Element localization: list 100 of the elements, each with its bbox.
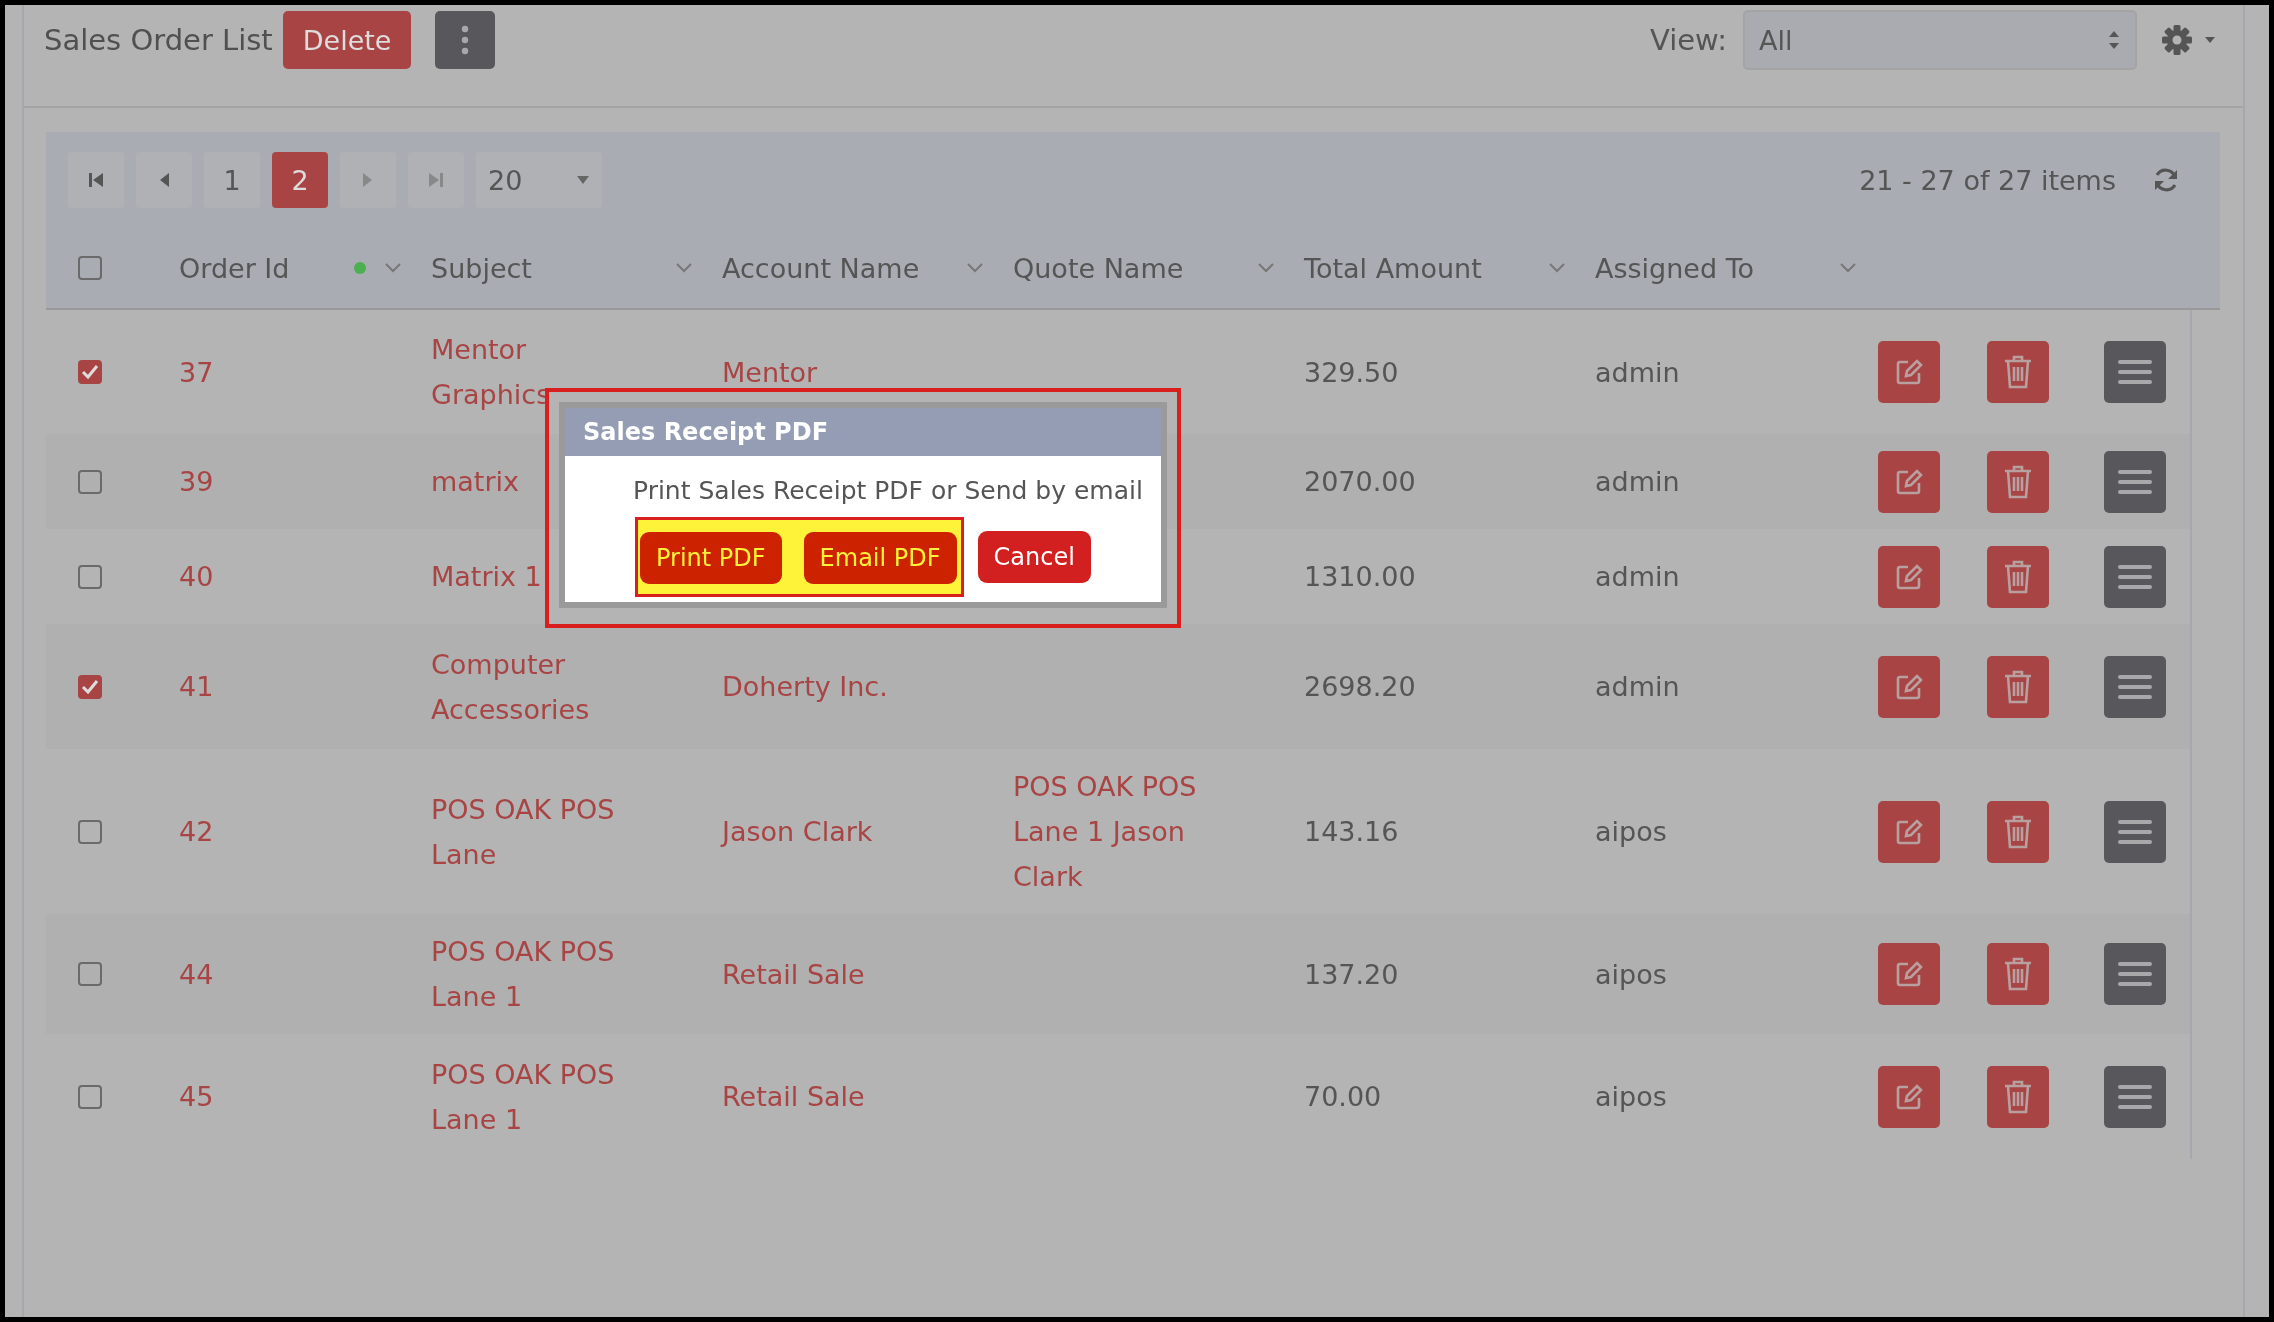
trash-icon (2002, 956, 2034, 992)
subject-link[interactable]: POS OAK POS Lane 1 (431, 1051, 636, 1142)
delete-row-button[interactable] (1987, 450, 2049, 513)
chevron-down-icon[interactable] (967, 263, 983, 273)
subject-link[interactable]: Computer Accessories (431, 641, 636, 732)
edit-button[interactable] (1878, 800, 1940, 863)
row-checkbox[interactable] (77, 674, 102, 699)
row-checkbox[interactable] (77, 819, 102, 844)
trash-icon (2002, 1078, 2034, 1115)
column-header[interactable]: Account Name (722, 252, 967, 284)
menu-button[interactable] (2104, 1065, 2166, 1128)
view-label: View: (1650, 23, 1727, 57)
dialog-title: Sales Receipt PDF (565, 408, 1161, 456)
table-cell: admin (1595, 356, 1680, 388)
next-page-button[interactable] (340, 152, 396, 208)
row-checkbox[interactable] (77, 360, 102, 384)
order-id-link[interactable]: 42 (179, 816, 214, 847)
menu-icon (2118, 563, 2152, 590)
more-button[interactable] (435, 11, 496, 69)
column-header[interactable]: Subject (431, 252, 676, 284)
next-page-icon (362, 171, 374, 189)
column-header[interactable]: Quote Name (1013, 252, 1258, 284)
order-id-link[interactable]: 39 (179, 466, 214, 497)
edit-button[interactable] (1878, 1065, 1940, 1128)
order-id-link[interactable]: 37 (179, 356, 214, 388)
delete-row-button[interactable] (1987, 1065, 2049, 1128)
trash-icon (2002, 668, 2034, 705)
edit-button[interactable] (1878, 545, 1940, 608)
column-header[interactable]: Total Amount (1304, 252, 1549, 284)
page-button[interactable]: 2 (272, 152, 328, 208)
subject-link[interactable]: POS OAK POS Lane (431, 786, 636, 877)
order-id-link[interactable]: 41 (179, 671, 214, 702)
view-select[interactable]: All (1743, 10, 2137, 70)
table-cell: 1310.00 (1304, 561, 1416, 592)
vertical-dots-icon (461, 25, 470, 55)
trash-icon (2002, 463, 2034, 500)
items-summary: 21 - 27 of 27 items (1859, 164, 2116, 196)
chevron-down-icon[interactable] (676, 263, 692, 273)
dialog-button[interactable]: Email PDF (803, 532, 957, 584)
delete-row-button[interactable] (1987, 545, 2049, 608)
dialog-message: Print Sales Receipt PDF or Send by email (633, 476, 1144, 505)
menu-button[interactable] (2104, 655, 2166, 718)
page-button[interactable]: 1 (204, 152, 260, 208)
delete-row-button[interactable] (1987, 341, 2049, 403)
last-page-button[interactable] (408, 152, 464, 208)
edit-button[interactable] (1878, 943, 1940, 1005)
order-id-link[interactable]: 40 (179, 561, 214, 592)
select-all-checkbox[interactable] (77, 256, 102, 280)
menu-icon (2118, 359, 2152, 385)
table-cell: admin (1595, 561, 1680, 592)
row-checkbox[interactable] (77, 962, 102, 986)
account-link[interactable]: Jason Clark (722, 809, 927, 854)
menu-icon (2118, 818, 2152, 845)
table-cell: aipos (1595, 1081, 1667, 1112)
account-link[interactable]: Retail Sale (722, 1074, 927, 1119)
order-id-link[interactable]: 44 (179, 958, 214, 990)
table-cell: 2070.00 (1304, 466, 1416, 497)
edit-button[interactable] (1878, 655, 1940, 718)
trash-icon (2002, 354, 2034, 390)
menu-button[interactable] (2104, 800, 2166, 863)
first-page-button[interactable] (68, 152, 124, 208)
menu-icon (2118, 961, 2152, 987)
row-checkbox[interactable] (77, 564, 102, 589)
account-link[interactable]: Retail Sale (722, 951, 927, 997)
chevron-down-icon[interactable] (385, 263, 401, 273)
subject-link[interactable]: POS OAK POS Lane 1 (431, 929, 636, 1019)
chevron-down-icon[interactable] (1258, 263, 1274, 273)
quote-link[interactable]: POS OAK POS Lane 1 Jason Clark (1013, 764, 1218, 899)
edit-button[interactable] (1878, 341, 1940, 403)
delete-row-button[interactable] (1987, 800, 2049, 863)
last-page-icon (428, 171, 444, 189)
refresh-icon[interactable] (2152, 166, 2180, 194)
chevron-down-icon[interactable] (1549, 263, 1565, 273)
order-id-link[interactable]: 45 (179, 1081, 214, 1112)
row-checkbox[interactable] (77, 1084, 102, 1109)
account-link[interactable]: Doherty Inc. (722, 664, 927, 709)
delete-button[interactable]: Delete (282, 11, 412, 69)
table-cell: aipos (1595, 816, 1667, 847)
edit-button[interactable] (1878, 450, 1940, 513)
menu-icon (2118, 673, 2152, 700)
column-header[interactable]: Assigned To (1595, 252, 1840, 284)
page-size-select[interactable]: 20 (476, 152, 602, 208)
previous-page-button[interactable] (136, 152, 192, 208)
delete-row-button[interactable] (1987, 655, 2049, 718)
chevron-down-icon[interactable] (1840, 263, 1856, 273)
table-cell: 137.20 (1304, 958, 1399, 990)
dialog-button[interactable]: Print PDF (640, 532, 782, 584)
table-cell: 143.16 (1304, 816, 1399, 847)
row-checkbox[interactable] (77, 469, 102, 494)
column-header[interactable]: Order Id (179, 252, 353, 284)
menu-button[interactable] (2104, 545, 2166, 608)
cancel-button[interactable]: Cancel (977, 531, 1091, 583)
check-icon (80, 364, 99, 380)
menu-button[interactable] (2104, 943, 2166, 1005)
table-cell: admin (1595, 671, 1680, 702)
menu-button[interactable] (2104, 450, 2166, 513)
status-dot-icon (353, 261, 367, 275)
trash-icon (2002, 813, 2034, 850)
menu-button[interactable] (2104, 341, 2166, 403)
delete-row-button[interactable] (1987, 943, 2049, 1005)
